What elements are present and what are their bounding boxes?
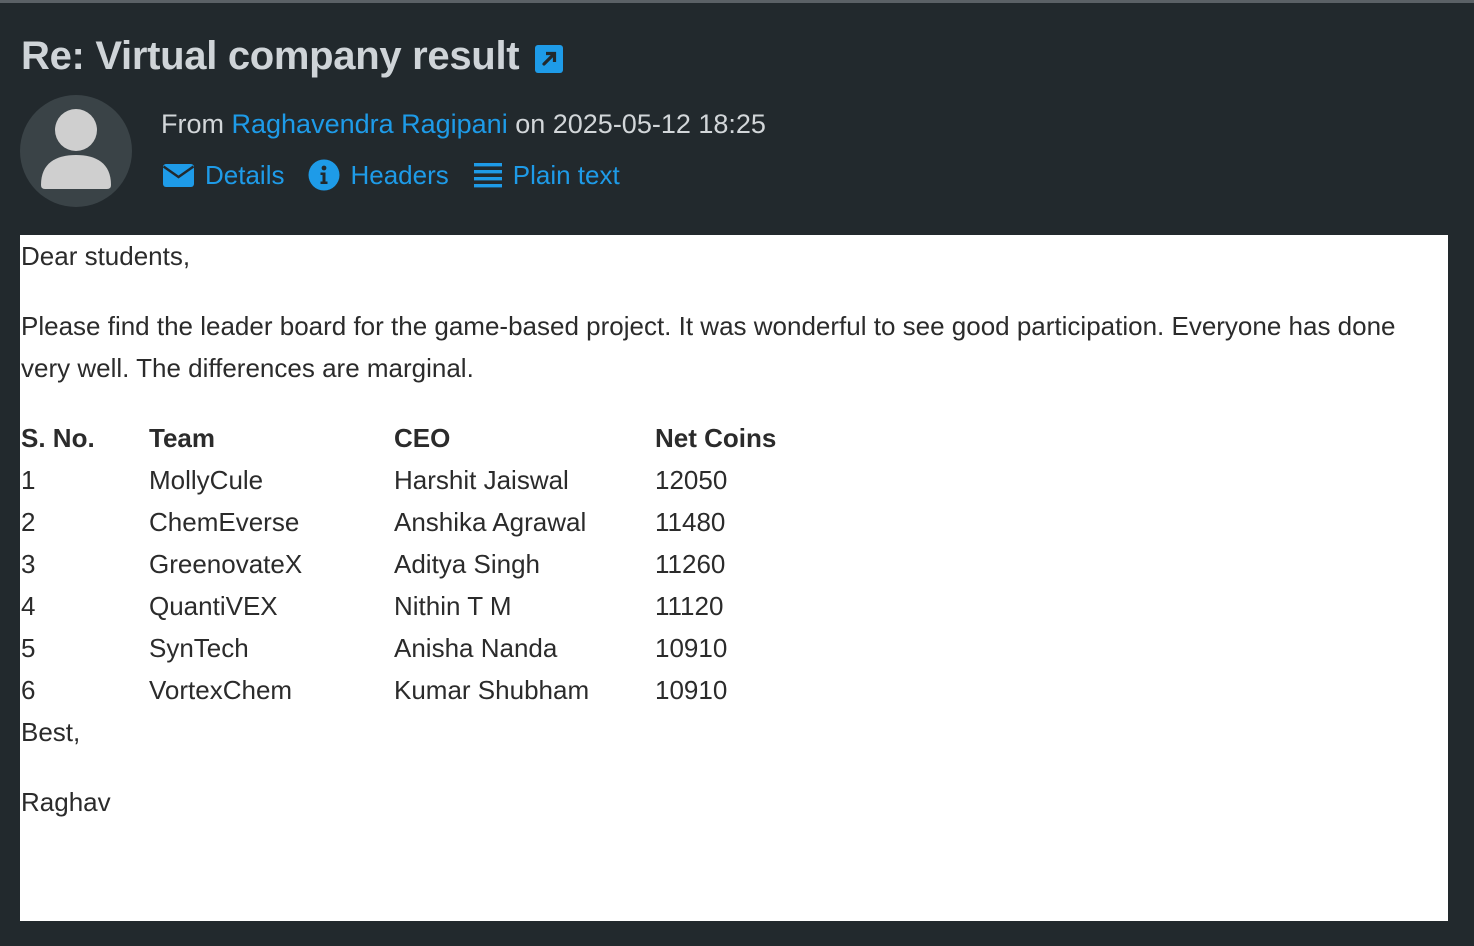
signature: Raghav	[21, 787, 111, 817]
table-cell: 10910	[655, 675, 728, 705]
table-row: 6 VortexChem Kumar Shubham 10910	[21, 669, 815, 711]
table-cell: 2	[21, 507, 36, 537]
table-cell: Aditya Singh	[394, 549, 540, 579]
from-line: From Raghavendra Ragipani on 2025-05-12 …	[161, 104, 766, 144]
info-icon	[308, 159, 340, 191]
date-prefix: on	[507, 109, 553, 139]
column-header: S. No.	[21, 423, 95, 453]
table-cell: 4	[21, 591, 36, 621]
column-header: Team	[149, 423, 215, 453]
table-row: 2 ChemEverse Anshika Agrawal 11480	[21, 501, 815, 543]
sender-avatar	[20, 95, 132, 207]
column-header: CEO	[394, 423, 451, 453]
table-cell: 11260	[655, 549, 726, 579]
table-cell: 6	[21, 675, 36, 705]
table-cell: MollyCule	[149, 465, 264, 495]
table-cell: QuantiVEX	[149, 591, 278, 621]
column-header: Net Coins	[655, 423, 777, 453]
table-cell: 11480	[655, 507, 726, 537]
greeting: Dear students,	[21, 241, 191, 271]
table-cell: Kumar Shubham	[394, 675, 590, 705]
message-date: 2025-05-12 18:25	[552, 109, 766, 139]
headers-button[interactable]: Headers	[308, 159, 449, 191]
closing: Best,	[21, 717, 81, 747]
table-cell: VortexChem	[149, 675, 293, 705]
table-cell: SynTech	[149, 633, 249, 663]
table-cell: 12050	[655, 465, 728, 495]
details-button[interactable]: Details	[162, 160, 284, 191]
message-header: Re: Virtual company result	[21, 30, 564, 82]
message-actions: Details Headers Plain text	[162, 155, 644, 195]
table-cell: Harshit Jaiswal	[394, 465, 569, 495]
plain-text-button[interactable]: Plain text	[473, 160, 620, 191]
sender-link[interactable]: Raghavendra Ragipani	[232, 109, 508, 139]
table-cell: Nithin T M	[394, 591, 512, 621]
table-header-row: S. No. Team CEO Net Coins	[21, 417, 815, 459]
table-cell: ChemEverse	[149, 507, 300, 537]
table-row: 3 GreenovateX Aditya Singh 11260	[21, 543, 815, 585]
user-avatar-icon	[41, 109, 111, 189]
body-paragraph: Please find the leader board for the gam…	[21, 311, 1396, 383]
external-link-icon[interactable]	[535, 45, 564, 73]
table-cell: Anshika Agrawal	[394, 507, 587, 537]
window-top-border	[0, 0, 1474, 3]
list-icon	[473, 163, 502, 188]
details-label: Details	[205, 159, 285, 190]
table-row: 1 MollyCule Harshit Jaiswal 12050	[21, 459, 815, 501]
table-row: 5 SynTech Anisha Nanda 10910	[21, 627, 815, 669]
table-row: 4 QuantiVEX Nithin T M 11120	[21, 585, 815, 627]
envelope-icon	[162, 164, 195, 187]
message-subject: Re: Virtual company result	[21, 33, 520, 78]
headers-label: Headers	[350, 159, 449, 190]
table-cell: 3	[21, 549, 36, 579]
table-cell: 5	[21, 633, 36, 663]
message-meta: From Raghavendra Ragipani on 2025-05-12 …	[161, 104, 766, 144]
plain-text-label: Plain text	[512, 159, 620, 190]
table-cell: 10910	[655, 633, 728, 663]
leaderboard-table: S. No. Team CEO Net Coins 1 MollyCule Ha…	[21, 417, 815, 711]
table-cell: 11120	[655, 591, 724, 621]
table-cell: Anisha Nanda	[394, 633, 558, 663]
from-label: From	[161, 109, 232, 139]
table-cell: GreenovateX	[149, 549, 303, 579]
table-cell: 1	[21, 465, 36, 495]
message-body: Dear students, Please find the leader bo…	[20, 235, 1448, 921]
